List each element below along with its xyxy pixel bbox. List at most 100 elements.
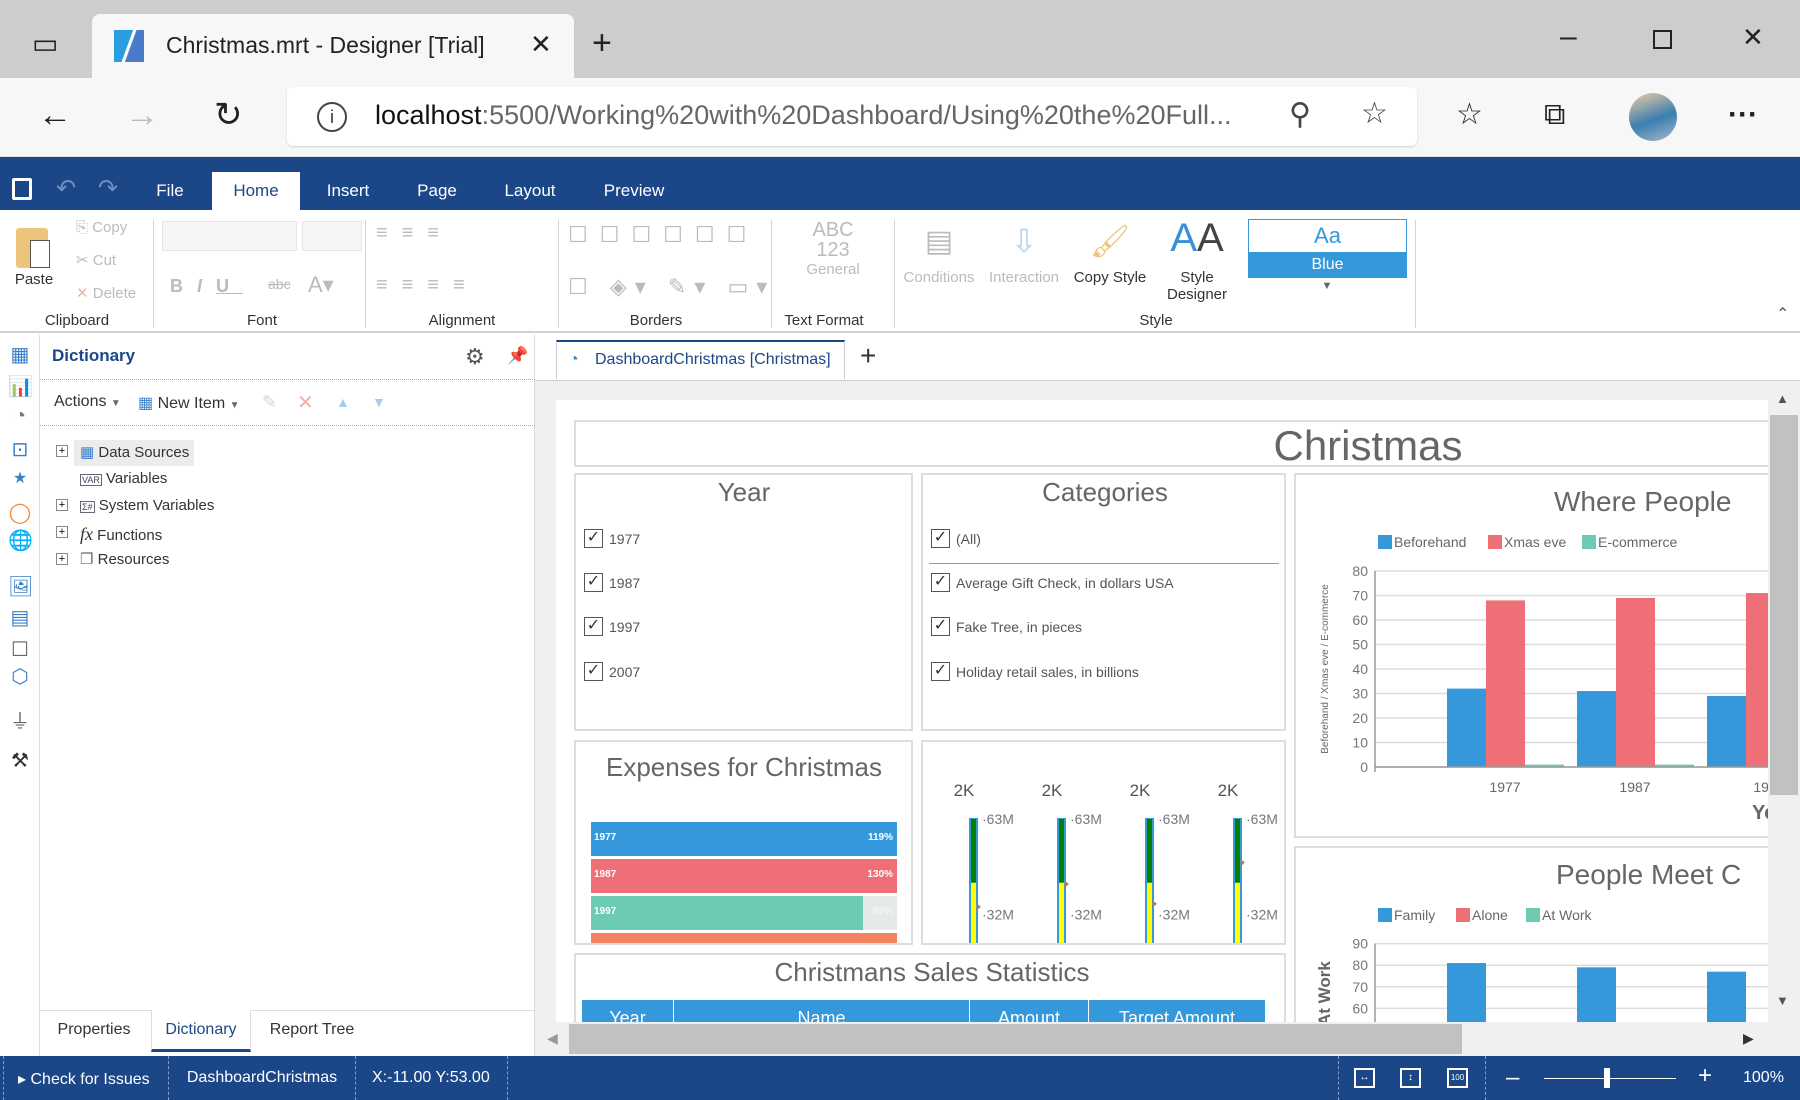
gauges-panel[interactable]: 2K·63M·32M·02K·63M·32M·02K·63M·32M·02K·6…: [921, 740, 1286, 945]
table-icon[interactable]: ▦: [8, 342, 32, 367]
category-checkbox[interactable]: ✓ Average Gift Check, in dollars USA: [931, 573, 1174, 592]
edit-icon[interactable]: ✎: [262, 392, 277, 413]
gauge-icon[interactable]: ◔: [8, 405, 32, 428]
tree-item-functions[interactable]: fx Functions: [80, 524, 162, 545]
expand-icon[interactable]: +: [56, 553, 68, 565]
tab-dictionary[interactable]: Dictionary: [151, 1010, 251, 1052]
expense-bar[interactable]: [591, 933, 897, 943]
filter-icon[interactable]: ⏚: [8, 705, 32, 734]
vertical-align-buttons[interactable]: ≡≡≡: [376, 222, 453, 245]
tree-item-system-variables[interactable]: Σ# System Variables: [80, 497, 214, 514]
year-checkbox[interactable]: ✓ 1977: [584, 529, 640, 548]
column-header-year[interactable]: Year: [582, 1000, 674, 1022]
year-checkbox[interactable]: ✓ 1997: [584, 617, 640, 636]
indicator-icon[interactable]: ★: [8, 468, 32, 488]
zoom-in-button[interactable]: +: [1698, 1062, 1712, 1090]
tab-properties[interactable]: Properties: [58, 1021, 131, 1039]
actions-menu[interactable]: Actions ▼: [54, 393, 121, 411]
year-checkbox[interactable]: ✓ 2007: [584, 662, 640, 681]
collapse-ribbon-icon[interactable]: ⌃: [1776, 304, 1789, 324]
fit-width-icon[interactable]: ↔: [1354, 1068, 1375, 1088]
collections-icon[interactable]: ⧉: [1544, 100, 1565, 130]
expand-icon[interactable]: +: [56, 445, 68, 457]
new-tab-icon[interactable]: +: [592, 26, 612, 60]
category-checkbox[interactable]: ✓ Fake Tree, in pieces: [931, 617, 1082, 636]
text-icon[interactable]: ▤: [8, 605, 32, 630]
maximize-icon[interactable]: [1653, 30, 1672, 49]
image-icon[interactable]: 🖼: [8, 574, 33, 599]
redo-icon[interactable]: ↷: [98, 174, 118, 203]
scroll-right-icon[interactable]: ▶: [1743, 1030, 1754, 1047]
shapes-icon[interactable]: ⬡: [8, 664, 32, 689]
save-icon[interactable]: [12, 178, 32, 200]
move-down-icon[interactable]: ▼: [372, 394, 386, 410]
zoom-out-button[interactable]: –: [1506, 1064, 1519, 1092]
tools-icon[interactable]: ⚒: [8, 748, 32, 773]
font-name-select[interactable]: [162, 221, 297, 251]
style-gallery-dropdown-icon[interactable]: ▼: [1322, 280, 1333, 292]
category-checkbox[interactable]: ✓ Holiday retail sales, in billions: [931, 662, 1139, 681]
where-people-chart-panel[interactable]: Where People Beforehand Xmas eve E-commerce…: [1294, 473, 1768, 838]
column-header-target-amount[interactable]: Target Amount: [1089, 1000, 1265, 1022]
tree-item-data-sources[interactable]: ▦ Data Sources: [80, 443, 189, 461]
progress-icon[interactable]: ◯: [8, 500, 32, 525]
year-filter-panel[interactable]: Year ✓ 1977 ✓ 1987 ✓ 1997 ✓ 2007: [574, 473, 913, 731]
people-meet-chart-panel[interactable]: People Meet C Family Alone At Work 60 70 80 90 /…: [1294, 846, 1768, 1022]
categories-filter-panel[interactable]: Categories ✓ (All) ✓ Average Gift Check, in…: [921, 473, 1286, 731]
close-window-icon[interactable]: ✕: [1742, 24, 1764, 50]
favorites-icon[interactable]: ☆: [1456, 100, 1483, 130]
column-header-amount[interactable]: Amount: [970, 1000, 1089, 1022]
vertical-scrollbar[interactable]: ▲ ▼: [1768, 381, 1800, 1022]
expense-bar[interactable]: [591, 859, 897, 893]
tab-home[interactable]: Home: [233, 181, 278, 201]
tree-item-resources[interactable]: ❐ Resources: [80, 550, 169, 568]
scroll-left-icon[interactable]: ◀: [547, 1030, 558, 1047]
tab-layout[interactable]: Layout: [504, 181, 555, 201]
tab-page[interactable]: Page: [417, 181, 457, 201]
copy-button[interactable]: ⎘ Copy: [76, 219, 127, 236]
scroll-up-icon[interactable]: ▲: [1776, 391, 1789, 406]
vertical-scroll-thumb[interactable]: [1770, 415, 1798, 795]
horizontal-align-buttons[interactable]: ≡≡≡≡: [376, 274, 479, 297]
paste-icon[interactable]: [16, 228, 50, 268]
font-size-select[interactable]: [302, 221, 362, 251]
font-style-buttons[interactable]: BIU: [170, 276, 243, 297]
more-icon[interactable]: ···: [1728, 100, 1758, 130]
category-checkbox[interactable]: ✓ (All): [931, 529, 981, 548]
tree-item-variables[interactable]: VAR Variables: [80, 470, 167, 487]
paste-button[interactable]: Paste: [15, 271, 53, 288]
conditions-button[interactable]: Conditions: [904, 269, 975, 286]
back-icon[interactable]: ←: [38, 98, 72, 132]
check-for-issues-button[interactable]: ▸ Check for Issues: [18, 1069, 150, 1089]
horizontal-scroll-thumb[interactable]: [569, 1024, 1462, 1054]
expense-bar[interactable]: [591, 896, 864, 930]
copy-style-button[interactable]: Copy Style: [1074, 269, 1147, 286]
address-bar[interactable]: i localhost:5500/Working%20with%20Dashbo…: [287, 87, 1417, 146]
expand-icon[interactable]: +: [56, 499, 68, 511]
text-format-button[interactable]: ABC 123 General: [806, 220, 859, 280]
fit-height-icon[interactable]: ↕: [1400, 1068, 1421, 1088]
scroll-down-icon[interactable]: ▼: [1776, 993, 1789, 1008]
chart-icon[interactable]: 📊: [8, 374, 33, 399]
new-item-menu[interactable]: ▦ New Item ▼: [138, 393, 240, 413]
sales-table-panel[interactable]: Christmans Sales Statistics Year Name Am…: [574, 953, 1286, 1022]
minimize-icon[interactable]: –: [1560, 22, 1577, 52]
map-icon[interactable]: 🌐: [8, 528, 33, 553]
panel-icon[interactable]: ☐: [8, 637, 32, 662]
zoom-slider[interactable]: [1544, 1078, 1676, 1079]
actual-size-icon[interactable]: 100: [1447, 1068, 1468, 1088]
interaction-button[interactable]: Interaction: [989, 269, 1059, 286]
delete-button[interactable]: ✕ Delete: [76, 285, 136, 302]
delete-icon[interactable]: ✕: [297, 390, 314, 415]
font-color-button[interactable]: A▾: [308, 272, 334, 298]
site-info-icon[interactable]: i: [317, 102, 347, 132]
expense-bar[interactable]: [591, 822, 897, 856]
tab-file[interactable]: File: [156, 181, 183, 201]
reload-icon[interactable]: ↻: [214, 98, 243, 132]
zoom-slider-thumb[interactable]: [1604, 1068, 1610, 1088]
pivot-icon[interactable]: ⊡: [8, 437, 32, 462]
tab-insert[interactable]: Insert: [327, 181, 370, 201]
title-panel[interactable]: Christmas: [574, 420, 1768, 467]
move-up-icon[interactable]: ▲: [336, 394, 350, 410]
expand-icon[interactable]: +: [56, 526, 68, 538]
